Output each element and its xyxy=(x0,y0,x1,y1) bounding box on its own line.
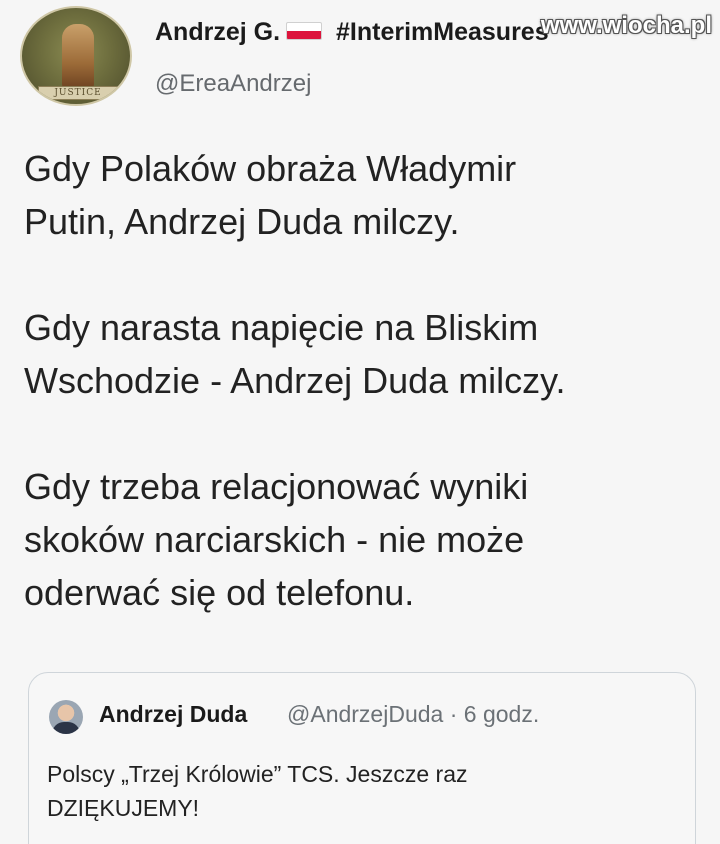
author-avatar[interactable]: JUSTICE xyxy=(20,6,132,106)
tweet-line: Gdy Polaków obraża Władymir xyxy=(24,148,517,189)
poland-flag-icon xyxy=(286,22,323,41)
tweet-line: skoków narciarskich - nie może xyxy=(24,519,525,560)
author-hashtag: #InterimMeasures xyxy=(336,18,549,46)
tweet-line: oderwać się od telefonu. xyxy=(24,572,415,613)
tweet-text: Gdy Polaków obraża Władymir Putin, Andrz… xyxy=(24,142,704,619)
avatar-figure xyxy=(62,24,94,90)
quoted-tweet-text: Polscy „Trzej Królowie” TCS. Jeszcze raz… xyxy=(47,757,667,825)
avatar-banner-text: JUSTICE xyxy=(38,86,118,100)
quoted-author-avatar[interactable] xyxy=(49,700,83,734)
author-name: Andrzej G. xyxy=(155,18,281,46)
author-handle[interactable]: @EreaAndrzej xyxy=(155,70,311,98)
quoted-author-name[interactable]: Andrzej Duda xyxy=(99,701,247,728)
quoted-author-handle: @AndrzejDuda xyxy=(287,701,444,727)
tweet-line: Wschodzie - Andrzej Duda milczy. xyxy=(24,360,566,401)
author-display-name[interactable]: Andrzej G. #InterimMeasures xyxy=(155,18,549,47)
tweet-line: Gdy narasta napięcie na Bliskim xyxy=(24,307,539,348)
tweet-line: Gdy trzeba relacjonować wyniki xyxy=(24,466,529,507)
quoted-line: Polscy „Trzej Królowie” TCS. Jeszcze raz xyxy=(47,761,468,787)
quoted-timestamp: · 6 godz. xyxy=(449,701,540,727)
quoted-line: DZIĘKUJEMY! xyxy=(47,795,200,821)
site-watermark: www.wiocha.pl xyxy=(540,12,712,39)
tweet-line: Putin, Andrzej Duda milczy. xyxy=(24,201,460,242)
quoted-tweet[interactable]: Andrzej Duda @AndrzejDuda · 6 godz. Pols… xyxy=(28,672,696,844)
quoted-meta: @AndrzejDuda · 6 godz. xyxy=(287,701,539,728)
